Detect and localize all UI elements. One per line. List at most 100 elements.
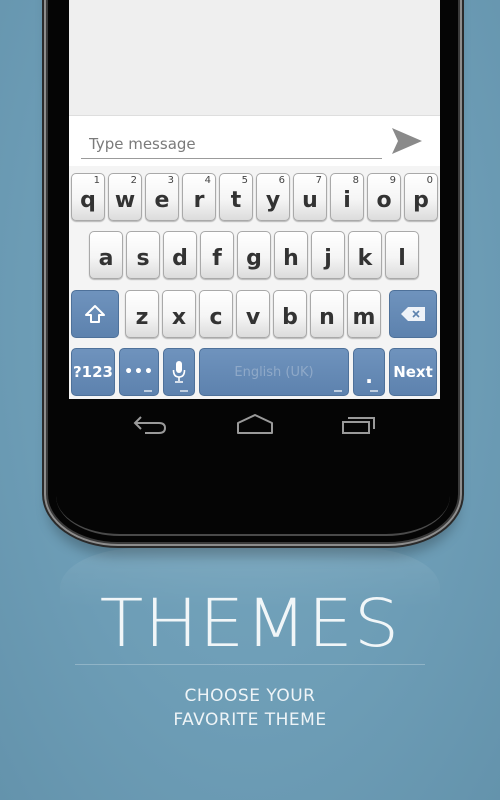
key-label: h [283,245,299,271]
key-label: m [352,304,376,330]
key-j[interactable]: j [311,231,345,279]
subtitle-line-2: FAVORITE THEME [173,710,327,730]
key-hint: 4 [204,175,211,186]
symbols-label: ?123 [72,363,113,381]
backspace-icon [401,307,425,321]
long-press-hint [334,390,342,392]
key-o[interactable]: 9o [367,173,401,221]
key-w[interactable]: 2w [108,173,142,221]
key-l[interactable]: l [385,231,419,279]
key-label: r [193,187,205,213]
long-press-hint [370,390,378,392]
send-button[interactable] [390,126,424,156]
navigation-bar [69,405,440,450]
key-label: v [245,304,261,330]
promo-subtitle: CHOOSE YOUR FAVORITE THEME [0,684,500,732]
key-label: l [398,245,406,271]
compose-bar [69,116,440,166]
next-label: Next [393,363,433,381]
key-c[interactable]: c [199,290,233,338]
key-p[interactable]: 0p [404,173,438,221]
key-e[interactable]: 3e [145,173,179,221]
microphone-icon [172,361,186,383]
next-key[interactable]: Next [389,348,437,396]
key-label: b [282,304,298,330]
phone-bezel-edge [56,496,450,536]
key-label: i [343,187,351,213]
long-press-hint [180,390,188,392]
key-label: x [171,304,187,330]
microphone-key[interactable] [163,348,195,396]
key-u[interactable]: 7u [293,173,327,221]
key-m[interactable]: m [347,290,381,338]
key-hint: 0 [426,175,433,186]
key-label: y [265,187,281,213]
backspace-key[interactable] [389,290,437,338]
shift-arrow-icon [85,305,105,323]
key-label: u [302,187,318,213]
key-b[interactable]: b [273,290,307,338]
key-hint: 1 [93,175,100,186]
key-label: a [98,245,114,271]
key-label: c [209,304,223,330]
key-n[interactable]: n [310,290,344,338]
key-label: q [80,187,96,213]
key-hint: 2 [130,175,137,186]
key-label: t [230,187,242,213]
key-hint: 9 [389,175,396,186]
recents-button[interactable] [339,411,379,439]
key-i[interactable]: 8i [330,173,364,221]
home-icon [237,414,273,434]
key-hint: 7 [315,175,322,186]
recents-icon [342,417,375,434]
key-g[interactable]: g [237,231,271,279]
key-label: n [319,304,335,330]
key-z[interactable]: z [125,290,159,338]
phone-screen: ?123 ••• English (UK) . Next 1q2w3e4r5t6… [69,0,440,399]
key-label: w [114,187,136,213]
language-label: English (UK) [234,364,314,380]
key-r[interactable]: 4r [182,173,216,221]
promo-title: THEMES [99,585,401,662]
period-key[interactable]: . [353,348,385,396]
key-d[interactable]: d [163,231,197,279]
key-q[interactable]: 1q [71,173,105,221]
home-button[interactable] [235,411,275,439]
key-t[interactable]: 5t [219,173,253,221]
key-h[interactable]: h [274,231,308,279]
key-label: f [212,245,222,271]
key-hint: 5 [241,175,248,186]
key-hint: 3 [167,175,174,186]
send-icon [392,128,422,154]
conversation-area [69,0,440,116]
symbols-key[interactable]: ?123 [71,348,115,396]
key-k[interactable]: k [348,231,382,279]
subtitle-line-1: CHOOSE YOUR [184,686,316,706]
key-label: p [413,187,429,213]
key-label: g [246,245,262,271]
message-input[interactable] [81,130,382,159]
key-label: d [172,245,188,271]
key-label: s [136,245,150,271]
shift-key[interactable] [71,290,119,338]
key-label: j [324,245,332,271]
more-key[interactable]: ••• [119,348,159,396]
more-label: ••• [124,364,154,380]
long-press-hint [144,390,152,392]
back-icon [133,416,167,434]
key-x[interactable]: x [162,290,196,338]
key-f[interactable]: f [200,231,234,279]
key-label: e [154,187,170,213]
key-label: z [135,304,149,330]
space-key[interactable]: English (UK) [199,348,349,396]
key-a[interactable]: a [89,231,123,279]
back-button[interactable] [131,411,171,439]
key-v[interactable]: v [236,290,270,338]
key-s[interactable]: s [126,231,160,279]
key-y[interactable]: 6y [256,173,290,221]
title-divider [75,664,425,665]
key-hint: 6 [278,175,285,186]
key-hint: 8 [352,175,359,186]
keyboard: ?123 ••• English (UK) . Next 1q2w3e4r5t6… [69,166,440,399]
period-label: . [365,364,373,388]
